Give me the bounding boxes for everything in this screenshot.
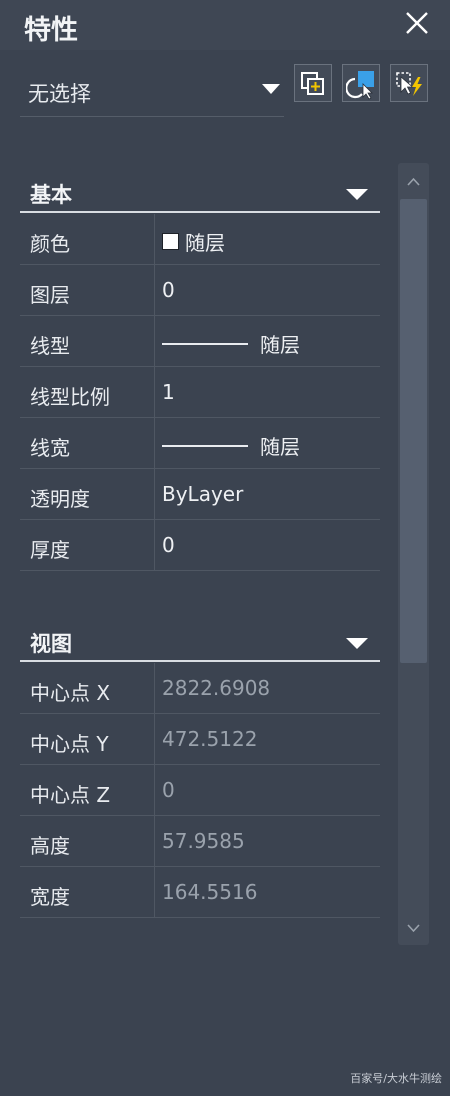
column-divider [154, 520, 155, 570]
property-name: 中心点 Y [30, 732, 109, 756]
section-header-basic[interactable]: 基本 [20, 175, 380, 213]
property-value[interactable]: ByLayer [162, 482, 243, 506]
close-button[interactable] [402, 8, 432, 38]
pickadd-toggle-button[interactable] [342, 64, 380, 102]
property-row-color[interactable]: 颜色 随层 [20, 214, 380, 265]
section-label: 视图 [30, 632, 72, 656]
property-value: 0 [162, 778, 175, 802]
property-value: 472.5122 [162, 727, 258, 751]
column-divider [154, 316, 155, 366]
property-name: 中心点 Z [30, 783, 111, 807]
lineweight-sample [162, 444, 248, 447]
property-name: 线宽 [30, 436, 70, 460]
view-properties-table: 中心点 X 2822.6908 中心点 Y 472.5122 中心点 Z 0 高… [20, 663, 380, 918]
chevron-up-icon [407, 177, 420, 186]
property-row-transparency[interactable]: 透明度 ByLayer [20, 469, 380, 520]
chevron-down-icon [346, 638, 368, 649]
column-divider [154, 214, 155, 264]
watermark-text: 百家号/大水牛测绘 [350, 1072, 442, 1085]
property-value: 2822.6908 [162, 676, 271, 700]
scroll-up-button[interactable] [398, 167, 429, 197]
property-value[interactable]: 随层 [162, 431, 300, 460]
quick-select-button[interactable] [294, 64, 332, 102]
properties-panel: 特性 无选择 基本 颜色 随层 图层 0 线型 随层 线型比例 1 线宽 随层 … [0, 0, 450, 1096]
property-row-lineweight[interactable]: 线宽 随层 [20, 418, 380, 469]
selection-dropdown[interactable]: 无选择 [20, 66, 284, 117]
property-row-center-y[interactable]: 中心点 Y 472.5122 [20, 714, 380, 765]
chevron-down-icon [346, 189, 368, 200]
column-divider [154, 663, 155, 713]
chevron-down-icon [262, 84, 280, 94]
section-header-view[interactable]: 视图 [20, 624, 380, 662]
column-divider [154, 469, 155, 519]
property-value[interactable]: 1 [162, 380, 175, 404]
column-divider [154, 765, 155, 815]
title-bar: 特性 [0, 0, 450, 50]
color-swatch [162, 233, 179, 250]
column-divider [154, 714, 155, 764]
property-row-height[interactable]: 高度 57.9585 [20, 816, 380, 867]
select-objects-button[interactable] [390, 64, 428, 102]
property-row-thickness[interactable]: 厚度 0 [20, 520, 380, 571]
property-value[interactable]: 随层 [162, 227, 225, 256]
scroll-thumb[interactable] [400, 199, 427, 663]
basic-properties-table: 颜色 随层 图层 0 线型 随层 线型比例 1 线宽 随层 透明度 ByLaye… [20, 214, 380, 571]
property-row-center-z[interactable]: 中心点 Z 0 [20, 765, 380, 816]
linetype-sample [162, 342, 248, 345]
property-row-layer[interactable]: 图层 0 [20, 265, 380, 316]
property-row-width[interactable]: 宽度 164.5516 [20, 867, 380, 918]
vertical-scrollbar[interactable] [398, 163, 429, 945]
property-value-text: 随层 [185, 231, 225, 255]
column-divider [154, 418, 155, 468]
property-row-linetype[interactable]: 线型 随层 [20, 316, 380, 367]
quick-select-icon [301, 72, 324, 95]
column-divider [154, 816, 155, 866]
selection-value: 无选择 [28, 82, 91, 106]
column-divider [154, 367, 155, 417]
close-icon [406, 12, 428, 34]
property-value[interactable]: 随层 [162, 329, 300, 358]
property-value: 164.5516 [162, 880, 258, 904]
chevron-down-icon [407, 924, 420, 933]
property-row-linetype-scale[interactable]: 线型比例 1 [20, 367, 380, 418]
column-divider [154, 265, 155, 315]
property-name: 高度 [30, 834, 70, 858]
property-name: 宽度 [30, 885, 70, 909]
pickadd-icon [346, 71, 374, 100]
property-name: 线型 [30, 334, 70, 358]
property-row-center-x[interactable]: 中心点 X 2822.6908 [20, 663, 380, 714]
property-name: 厚度 [30, 538, 70, 562]
property-name: 透明度 [30, 487, 90, 511]
property-name: 中心点 X [30, 681, 111, 705]
property-name: 颜色 [30, 232, 70, 256]
panel-title: 特性 [24, 15, 78, 46]
property-value: 57.9585 [162, 829, 245, 853]
property-value-text: 随层 [260, 333, 300, 357]
scroll-down-button[interactable] [398, 913, 429, 943]
section-label: 基本 [30, 183, 72, 207]
property-name: 图层 [30, 283, 70, 307]
property-name: 线型比例 [30, 385, 110, 409]
column-divider [154, 867, 155, 917]
property-value[interactable]: 0 [162, 533, 175, 557]
property-value-text: 随层 [260, 435, 300, 459]
property-value[interactable]: 0 [162, 278, 175, 302]
select-objects-icon [396, 72, 422, 96]
